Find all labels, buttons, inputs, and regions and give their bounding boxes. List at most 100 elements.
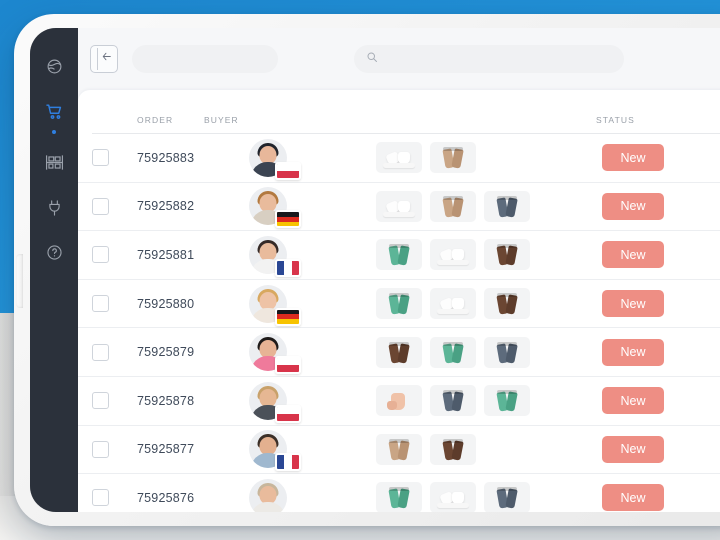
plug-icon: [46, 199, 63, 217]
order-number: 75925879: [137, 345, 195, 360]
buyer-cell[interactable]: [249, 474, 344, 512]
product-thumbnail[interactable]: [430, 239, 476, 271]
product-thumbnail[interactable]: [484, 482, 530, 512]
order-items: [344, 482, 590, 512]
buyer-cell[interactable]: [249, 425, 344, 473]
cart-icon: [45, 102, 64, 121]
column-header-order: ORDER: [137, 115, 174, 125]
product-thumbnail[interactable]: [430, 190, 476, 222]
table-row[interactable]: 75925883 New: [78, 134, 720, 183]
column-header-status: STATUS: [596, 115, 635, 125]
sidebar-item-marketplace[interactable]: [30, 50, 78, 83]
row-select-cell[interactable]: [92, 295, 137, 313]
help-icon: [46, 244, 63, 261]
product-thumbnail[interactable]: [430, 433, 476, 465]
order-items: [344, 190, 590, 222]
status-badge[interactable]: New: [602, 484, 664, 512]
breadcrumb[interactable]: [132, 45, 278, 73]
product-thumbnail[interactable]: [376, 433, 422, 465]
tablet-side-button[interactable]: [16, 254, 23, 308]
product-thumbnail[interactable]: [376, 239, 422, 271]
buyer-cell[interactable]: [249, 328, 344, 376]
status-badge[interactable]: New: [602, 144, 664, 172]
buyer-cell[interactable]: [249, 280, 344, 328]
product-thumbnail[interactable]: [484, 336, 530, 368]
status-badge[interactable]: New: [602, 192, 664, 220]
row-checkbox[interactable]: [92, 489, 109, 507]
table-row[interactable]: 75925876 New: [78, 474, 720, 512]
row-checkbox[interactable]: [92, 295, 109, 313]
row-checkbox[interactable]: [92, 197, 109, 215]
table-row[interactable]: 75925882 New: [78, 182, 720, 232]
order-items: [344, 239, 590, 271]
status-badge[interactable]: New: [602, 241, 664, 269]
avatar: [249, 478, 287, 512]
product-thumbnail[interactable]: [376, 336, 422, 368]
product-thumbnail[interactable]: [430, 385, 476, 417]
buyer-country-flag: [275, 307, 301, 326]
status-cell: New: [590, 484, 720, 512]
table-row[interactable]: 75925879 New: [78, 328, 720, 377]
product-thumbnail[interactable]: [376, 142, 422, 174]
row-select-cell[interactable]: [92, 343, 137, 361]
buyer-cell[interactable]: [249, 377, 344, 425]
row-select-cell[interactable]: [92, 489, 137, 507]
product-thumbnail[interactable]: [430, 482, 476, 512]
status-badge[interactable]: New: [602, 338, 664, 366]
status-badge[interactable]: New: [602, 387, 664, 415]
buyer-cell[interactable]: [249, 231, 344, 279]
table-row[interactable]: 75925878 New: [78, 376, 720, 426]
status-badge[interactable]: New: [602, 290, 664, 318]
buyer-country-flag: [275, 258, 301, 277]
sidebar-item-help[interactable]: [30, 236, 78, 269]
product-thumbnail[interactable]: [376, 482, 422, 512]
order-items: [344, 433, 590, 465]
product-thumbnail[interactable]: [376, 190, 422, 222]
order-number: 75925876: [137, 490, 195, 505]
order-number: 75925878: [137, 393, 195, 408]
table-body: 75925883 New 75925882 New 75925881 New 7592588…: [78, 134, 720, 512]
sidebar: [30, 28, 78, 512]
row-checkbox[interactable]: [92, 392, 109, 410]
buyer-cell[interactable]: [249, 182, 344, 230]
product-thumbnail[interactable]: [484, 288, 530, 320]
buyer-cell[interactable]: [249, 134, 344, 182]
sidebar-item-integrations[interactable]: [30, 191, 78, 224]
orders-table-card: ORDER BUYER STATUS 75925883 New 75925882 Ne…: [78, 90, 720, 512]
status-cell: New: [590, 387, 720, 415]
order-number: 75925883: [137, 150, 195, 165]
product-thumbnail[interactable]: [484, 385, 530, 417]
row-checkbox[interactable]: [92, 149, 109, 167]
status-cell: New: [590, 290, 720, 318]
row-select-cell[interactable]: [92, 246, 137, 264]
status-badge[interactable]: New: [602, 435, 664, 463]
product-thumbnail[interactable]: [376, 288, 422, 320]
sidebar-item-inventory[interactable]: [30, 146, 78, 179]
row-checkbox[interactable]: [92, 440, 109, 458]
product-thumbnail[interactable]: [484, 190, 530, 222]
table-row[interactable]: 75925880 New: [78, 279, 720, 329]
table-row[interactable]: 75925877 New: [78, 425, 720, 475]
row-select-cell[interactable]: [92, 197, 137, 215]
product-thumbnail[interactable]: [430, 142, 476, 174]
product-thumbnail[interactable]: [430, 336, 476, 368]
search-bar[interactable]: [354, 45, 624, 73]
row-select-cell[interactable]: [92, 392, 137, 410]
search-input[interactable]: [385, 53, 612, 65]
app-screen: ORDER BUYER STATUS 75925883 New 75925882 Ne…: [30, 28, 720, 512]
search-icon: [366, 50, 378, 68]
buyer-country-flag: [275, 210, 301, 229]
row-select-cell[interactable]: [92, 149, 137, 167]
main-content: ORDER BUYER STATUS 75925883 New 75925882 Ne…: [78, 28, 720, 512]
table-header: ORDER BUYER STATUS: [92, 90, 720, 134]
sidebar-item-orders[interactable]: [30, 95, 78, 128]
product-thumbnail[interactable]: [484, 239, 530, 271]
order-items: [344, 385, 590, 417]
product-thumbnail[interactable]: [430, 288, 476, 320]
product-thumbnail[interactable]: [376, 385, 422, 417]
row-checkbox[interactable]: [92, 343, 109, 361]
table-row[interactable]: 75925881 New: [78, 231, 720, 280]
back-button[interactable]: [90, 45, 118, 73]
row-checkbox[interactable]: [92, 246, 109, 264]
row-select-cell[interactable]: [92, 440, 137, 458]
